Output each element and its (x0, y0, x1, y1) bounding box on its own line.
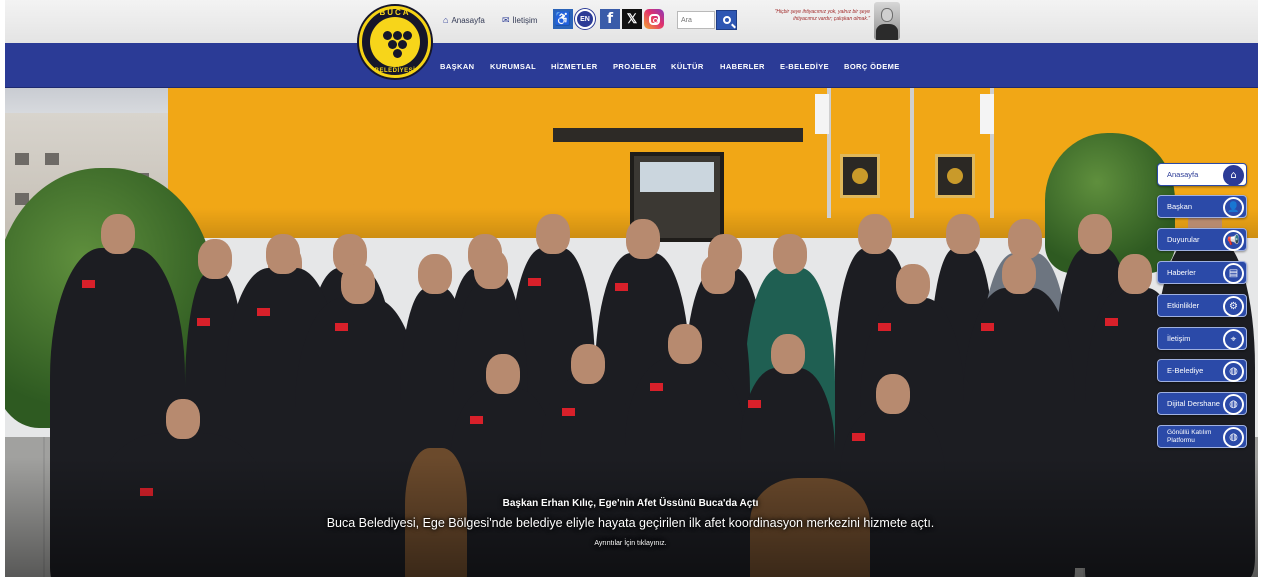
side-menu-baskan[interactable]: Başkan 👤 (1157, 195, 1247, 218)
accessibility-icon: ♿ (554, 11, 572, 26)
side-menu-label: Etkinlikler (1167, 300, 1200, 310)
side-menu-label: Başkan (1167, 201, 1193, 211)
side-menu-dijital-dershane[interactable]: Dijital Dershane ◍ (1157, 392, 1247, 415)
side-menu-e-belediye[interactable]: E-Belediye ◍ (1157, 359, 1247, 382)
ataturk-quote: "Hiçbir şeye ihtiyacımız yok, yalnız bir… (774, 9, 870, 22)
gear-icon: ⚙ (1223, 296, 1244, 317)
search-button[interactable] (716, 10, 737, 30)
nav-e-belediye[interactable]: E-BELEDİYE (780, 62, 829, 71)
mail-icon: ✉ (502, 15, 510, 25)
home-icon: ⌂ (443, 15, 449, 25)
nav-kultur[interactable]: KÜLTÜR (671, 62, 704, 71)
nav-baskan[interactable]: BAŞKAN (440, 62, 474, 71)
side-menu-anasayfa[interactable]: Anasayfa ⌂ (1157, 163, 1247, 186)
side-menu-duyurular[interactable]: Duyurular 📢 (1157, 228, 1247, 251)
instagram-button[interactable] (644, 9, 664, 29)
top-link-home[interactable]: ⌂ Anasayfa (443, 15, 485, 25)
side-menu-label: Dijital Dershane (1167, 398, 1220, 408)
search-icon (722, 16, 731, 24)
logo-top-text: BUCA (379, 8, 411, 17)
side-menu-label: Anasayfa (1167, 169, 1199, 179)
megaphone-icon: 📢 (1223, 230, 1244, 251)
side-menu-label: E-Belediye (1167, 365, 1204, 375)
home-icon: ⌂ (1223, 165, 1244, 186)
ataturk-portrait (874, 2, 900, 40)
buca-logo[interactable]: BUCA BELEDİYESİ (359, 6, 431, 78)
hero-title[interactable]: Başkan Erhan Kılıç, Ege'nin Afet Üssünü … (0, 498, 1261, 509)
top-link-home-label: Anasayfa (451, 15, 485, 25)
nav-borc-odeme[interactable]: BORÇ ÖDEME (844, 62, 900, 71)
search-input[interactable] (677, 11, 715, 29)
location-pin-icon: ⌖ (1223, 329, 1244, 350)
nav-hizmetler[interactable]: HİZMETLER (551, 62, 598, 71)
crest-sign (935, 154, 975, 198)
side-menu-haberler[interactable]: Haberler ▤ (1157, 261, 1247, 284)
entrance-canopy (553, 128, 803, 142)
nav-haberler[interactable]: HABERLER (720, 62, 765, 71)
nav-kurumsal[interactable]: KURUMSAL (490, 62, 536, 71)
crest-sign (840, 154, 880, 198)
logo-bottom-text: BELEDİYESİ (374, 68, 416, 74)
newspaper-icon: ▤ (1223, 263, 1244, 284)
nav-projeler[interactable]: PROJELER (613, 62, 657, 71)
side-menu-etkinlikler[interactable]: Etkinlikler ⚙ (1157, 294, 1247, 317)
language-en-button[interactable]: EN (575, 9, 595, 29)
side-menu-label: Gönüllü Katılım Platformu (1167, 428, 1212, 444)
accessibility-button[interactable]: ♿ (553, 9, 573, 29)
side-menu-label: Haberler (1167, 267, 1196, 277)
instagram-icon (648, 13, 660, 25)
side-menu-label: İletişim (1167, 333, 1191, 343)
grape-cluster-logo (370, 17, 420, 67)
user-icon: 👤 (1223, 197, 1244, 218)
side-menu-gonullu-katilim[interactable]: Gönüllü Katılım Platformu ◍ (1157, 425, 1247, 448)
globe-icon: ◍ (1223, 394, 1244, 415)
top-link-contact-label: İletişim (512, 16, 538, 25)
hero-description: Buca Belediyesi, Ege Bölgesi'nde belediy… (326, 516, 935, 530)
globe-icon: ◍ (1223, 427, 1244, 448)
x-twitter-button[interactable]: 𝕏 (622, 9, 642, 29)
side-menu-iletisim[interactable]: İletişim ⌖ (1157, 327, 1247, 350)
top-link-contact[interactable]: ✉ İletişim (502, 15, 537, 26)
hero-details-link[interactable]: Ayrıntılar İçin tıklayınız. (0, 540, 1261, 547)
facebook-button[interactable]: f (600, 9, 620, 29)
globe-icon: ◍ (1223, 361, 1244, 382)
side-menu-label: Duyurular (1167, 234, 1200, 244)
